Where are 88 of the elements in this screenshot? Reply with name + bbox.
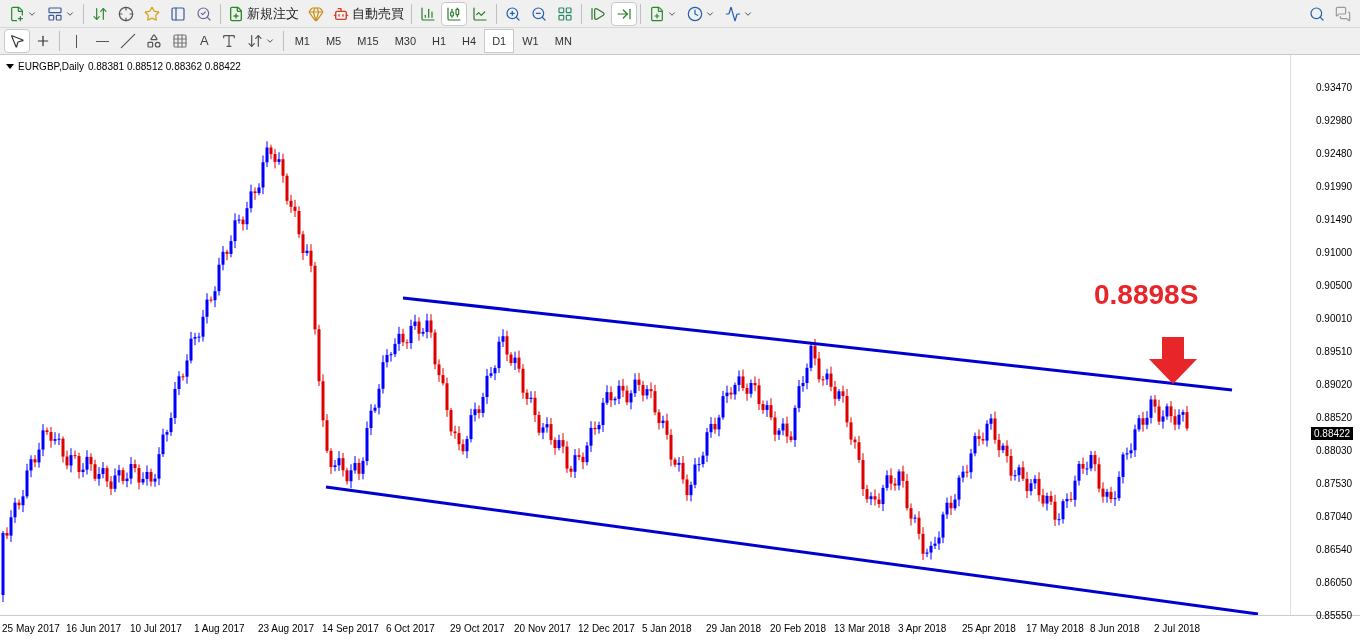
zoom-in-icon [505, 5, 521, 22]
collapse-triangle-icon [6, 64, 14, 69]
crosshair-icon [35, 33, 51, 49]
date-tick-label: 13 Mar 2018 [834, 622, 892, 636]
vertical-line-icon [75, 34, 77, 48]
price-tick-label: 0.88520 [1316, 411, 1354, 425]
date-tick-label: 6 Oct 2017 [386, 622, 436, 636]
new-order-button[interactable]: 新規注文 [224, 1, 303, 26]
clock-icon [687, 5, 703, 22]
date-tick-label: 12 Dec 2017 [578, 622, 636, 636]
text-tool-button[interactable]: A [193, 29, 216, 53]
date-tick-label: 20 Feb 2018 [770, 622, 828, 636]
star-icon [144, 5, 160, 22]
price-tick-label: 0.91990 [1316, 180, 1354, 194]
text-frame-icon [220, 33, 237, 49]
caret-icon [264, 36, 275, 46]
current-price-tag: 0.88422 [1311, 427, 1354, 440]
date-tick-label: 25 Apr 2018 [962, 622, 1017, 636]
date-tick-label: 29 Jan 2018 [706, 622, 763, 636]
price-tick-label: 0.91000 [1316, 246, 1354, 260]
wave-icon [725, 5, 741, 22]
price-tick-label: 0.93470 [1316, 81, 1354, 95]
chart-shift-button[interactable] [611, 1, 637, 26]
horizontal-line-icon [95, 40, 109, 42]
price-tick-label: 0.90500 [1316, 279, 1354, 293]
arrows-icon [92, 5, 108, 22]
price-tick-label: 0.92980 [1316, 114, 1354, 128]
date-tick-label: 20 Nov 2017 [514, 622, 572, 636]
timeframe-button[interactable]: M5 [317, 29, 350, 53]
grid-icon [557, 5, 573, 22]
date-tick-label: 8 Jun 2018 [1090, 622, 1141, 636]
date-tick-label: 1 Aug 2017 [194, 622, 246, 636]
price-annotation: 0.8898S [1094, 281, 1199, 309]
ohlc-values: 0.88381 0.88512 0.88362 0.88422 [87, 60, 241, 74]
bar-chart-icon [420, 5, 436, 22]
date-tick-label: 10 Jul 2017 [130, 622, 183, 636]
timeframe-button[interactable]: M1 [286, 29, 318, 53]
panel-icon [170, 5, 186, 22]
price-tick-label: 0.88030 [1316, 444, 1354, 458]
date-tick-label: 16 Jun 2017 [66, 622, 123, 636]
timeframe-button[interactable]: M15 [349, 29, 387, 53]
windows-icon [47, 5, 63, 22]
candlestick-icon [446, 5, 462, 22]
diagonal-line-icon [120, 33, 136, 49]
add-document-icon [649, 5, 665, 22]
autotrade-button[interactable]: 自動売買 [329, 1, 408, 26]
date-tick-label: 2 Jul 2018 [1154, 622, 1202, 636]
date-tick-label: 3 Apr 2018 [898, 622, 948, 636]
timeframe-button[interactable]: W1 [514, 29, 547, 53]
price-tick-label: 0.86050 [1316, 576, 1354, 590]
step-forward-icon [590, 5, 606, 22]
timeframe-button[interactable]: M30 [386, 29, 425, 53]
timeframe-button[interactable]: H4 [454, 29, 485, 53]
arrows-icon [246, 33, 263, 49]
line-chart-icon [472, 5, 488, 22]
price-tick-label: 0.90010 [1316, 312, 1354, 326]
zoom-out-icon [531, 5, 547, 22]
price-tick-label: 0.89020 [1316, 378, 1354, 392]
cursor-button[interactable] [4, 29, 30, 53]
timeframe-button[interactable]: H1 [424, 29, 455, 53]
price-tick-label: 0.89510 [1316, 345, 1354, 359]
price-tick-label: 0.87530 [1316, 477, 1354, 491]
down-arrow-icon [1149, 337, 1197, 384]
price-tick-label: 0.87040 [1316, 510, 1354, 524]
date-tick-label: 23 Aug 2017 [258, 622, 316, 636]
add-document-icon [228, 5, 244, 22]
search-icon [1309, 5, 1325, 22]
cursor-icon [9, 33, 25, 49]
date-tick-label: 25 May 2017 [2, 622, 61, 636]
timeframe-button[interactable]: D1 [484, 29, 515, 53]
crosshair-icon [118, 5, 134, 22]
price-tick-label: 0.85550 [1316, 609, 1354, 623]
date-tick-label: 29 Oct 2017 [450, 622, 506, 636]
chart-type-button[interactable] [441, 1, 467, 26]
date-tick-label: 14 Sep 2017 [322, 622, 380, 636]
timeframe-button[interactable]: MN [546, 29, 580, 53]
gem-icon [308, 5, 324, 22]
price-tick-label: 0.92480 [1316, 147, 1354, 161]
magnifier-icon [196, 5, 212, 22]
robot-icon [333, 5, 349, 22]
price-tick-label: 0.91490 [1316, 213, 1354, 227]
dotted-grid-icon [172, 33, 188, 49]
add-chart-icon [9, 5, 25, 22]
chart-title: EURGBP,Daily [18, 60, 84, 74]
price-tick-label: 0.86540 [1316, 543, 1354, 557]
date-tick-label: 17 May 2018 [1026, 622, 1085, 636]
chat-icon [1335, 5, 1351, 22]
date-tick-label: 5 Jan 2018 [642, 622, 693, 636]
